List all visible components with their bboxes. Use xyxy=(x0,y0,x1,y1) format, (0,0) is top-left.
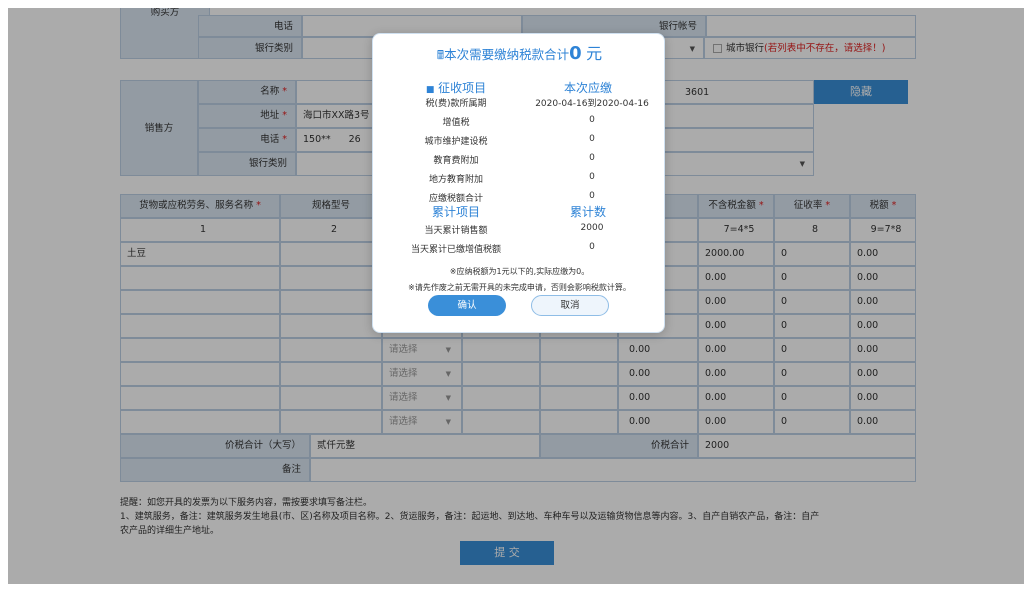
cum-item-header: 累计项目 xyxy=(431,205,480,219)
cum-value-header: 累计数 xyxy=(569,205,606,219)
dialog-row-label: 地方教育附加 xyxy=(428,175,483,185)
dialog-row-label: 城市维护建设税 xyxy=(424,137,488,147)
calculator-icon: 🖩 xyxy=(436,48,445,62)
dialog-cum-label: 当天累计已缴增值税额 xyxy=(410,245,501,255)
dialog-row-label: 增值税 xyxy=(442,118,470,128)
dialog-title: 🖩本次需要缴纳税款合计0 元 xyxy=(436,43,603,64)
dialog-row-value: 0 xyxy=(589,134,595,144)
dialog-row-label: 税(费)款所属期 xyxy=(425,99,487,109)
cancel-button[interactable]: 取消 xyxy=(531,295,609,316)
dialog-cum-value: 0 xyxy=(589,242,595,252)
dialog-row-value: 2020-04-16到2020-04-16 xyxy=(535,99,649,109)
dialog-note-2: ※请先作废之前无需开具的未完成申请，否则会影响税款计算。 xyxy=(408,283,631,292)
dialog-cum-value: 2000 xyxy=(580,223,604,233)
square-bullet-icon: ■ xyxy=(425,85,435,95)
dialog-total-amount: 0 xyxy=(569,43,582,64)
dialog-note-1: ※应纳税额为1元以下的,实际应缴为0。 xyxy=(449,267,590,276)
dialog-row-value: 0 xyxy=(589,172,595,182)
col-item-header: ■ 征收项目 xyxy=(425,81,487,95)
dialog-row-label: 教育费附加 xyxy=(433,156,479,166)
dialog-row-value: 0 xyxy=(589,153,595,163)
dialog-cum-label: 当天累计销售额 xyxy=(424,226,488,236)
col-due-header: 本次应缴 xyxy=(563,81,612,95)
dialog-row-value: 0 xyxy=(589,191,595,201)
dialog-row-value: 0 xyxy=(589,115,595,125)
confirm-button[interactable]: 确认 xyxy=(428,295,506,316)
tax-payment-dialog: 🖩本次需要缴纳税款合计0 元 ■ 征收项目 本次应缴 税(费)款所属期 2020-… xyxy=(372,33,665,333)
